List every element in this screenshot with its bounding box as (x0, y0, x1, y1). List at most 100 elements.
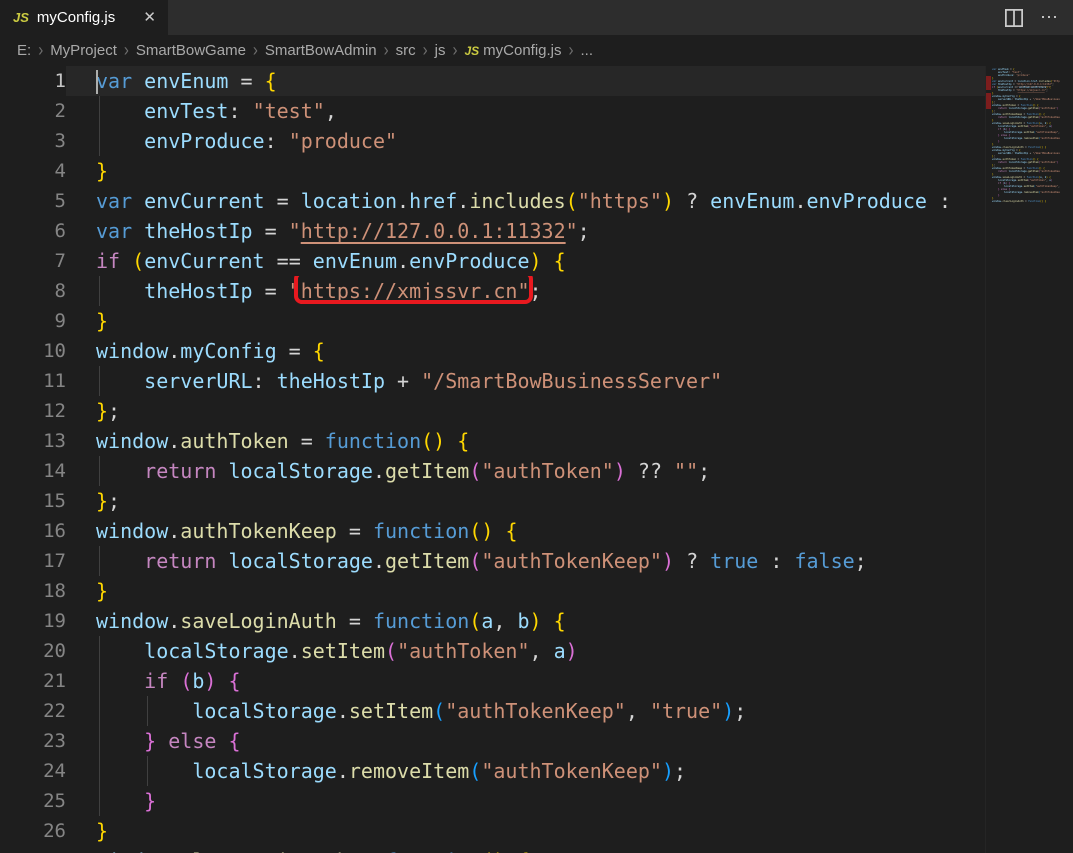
indent-guide (99, 726, 100, 756)
code-line-content[interactable]: window.authTokenKeep = function() { (66, 516, 985, 546)
line-number: 20 (0, 636, 66, 666)
line-number: 21 (0, 666, 66, 696)
code-line[interactable]: 27window.clearLoginAuth = function() { (0, 846, 985, 853)
code-line[interactable]: 2 envTest: "test", (0, 96, 985, 126)
breadcrumb-item[interactable]: js (435, 42, 446, 59)
code-line[interactable]: 10window.myConfig = { (0, 336, 985, 366)
line-number: 27 (0, 846, 66, 853)
code-line[interactable]: 25 } (0, 786, 985, 816)
code-editor: 1var envEnum = {2 envTest: "test",3 envP… (0, 66, 1073, 853)
code-line-content[interactable]: var envEnum = { (66, 66, 985, 96)
chevron-right-icon: › (253, 40, 258, 61)
minimap-decoration (986, 93, 991, 109)
code-line-content[interactable]: }; (66, 486, 985, 516)
line-number: 8 (0, 276, 66, 306)
code-line-content[interactable]: if (envCurrent == envEnum.envProduce) { (66, 246, 985, 276)
code-line[interactable]: 9} (0, 306, 985, 336)
javascript-file-icon: JS (464, 44, 479, 58)
minimap[interactable]: var envEnum = { envTest: "test", envProd… (985, 66, 1060, 853)
code-line-content[interactable]: window.authToken = function() { (66, 426, 985, 456)
code-line[interactable]: 1var envEnum = { (0, 66, 985, 96)
breadcrumb: E: › MyProject › SmartBowGame › SmartBowAdmin ›… (0, 35, 1073, 66)
code-line[interactable]: 19window.saveLoginAuth = function(a, b) … (0, 606, 985, 636)
more-actions-icon[interactable]: ⋯ (1040, 7, 1059, 28)
code-line-content[interactable]: localStorage.setItem("authToken", a) (66, 636, 985, 666)
vscode-editor-window: JS myConfig.js ✕ ⋯ E: › MyProject › SmartBow… (0, 0, 1073, 853)
code-line-content[interactable]: window.myConfig = { (66, 336, 985, 366)
indent-guide (99, 546, 100, 576)
code-line-content[interactable]: window.saveLoginAuth = function(a, b) { (66, 606, 985, 636)
code-line-content[interactable]: } else { (66, 726, 985, 756)
code-line-content[interactable]: }; (66, 396, 985, 426)
code-line[interactable]: 20 localStorage.setItem("authToken", a) (0, 636, 985, 666)
indent-guide (99, 756, 100, 786)
minimap-decoration (986, 76, 991, 90)
code-line[interactable]: 6var theHostIp = "http://127.0.0.1:11332… (0, 216, 985, 246)
code-line-content[interactable]: window.clearLoginAuth = function() { (66, 846, 985, 853)
indent-guide (147, 756, 148, 786)
code-pane[interactable]: 1var envEnum = {2 envTest: "test",3 envP… (0, 66, 985, 853)
annotation-box: https://xmjssvr.cn" (301, 279, 530, 303)
line-number: 11 (0, 366, 66, 396)
code-line[interactable]: 26} (0, 816, 985, 846)
chevron-right-icon: › (423, 40, 428, 61)
code-line-content[interactable]: } (66, 156, 985, 186)
code-line[interactable]: 3 envProduce: "produce" (0, 126, 985, 156)
overview-ruler[interactable] (1060, 66, 1073, 853)
indent-guide (99, 96, 100, 126)
breadcrumb-item[interactable]: JSmyConfig.js (464, 42, 561, 59)
breadcrumb-item[interactable]: SmartBowGame (136, 42, 246, 59)
chevron-right-icon: › (384, 40, 389, 61)
code-line[interactable]: 12}; (0, 396, 985, 426)
code-line-content[interactable]: envProduce: "produce" (66, 126, 985, 156)
code-line[interactable]: 14 return localStorage.getItem("authToke… (0, 456, 985, 486)
code-line[interactable]: 17 return localStorage.getItem("authToke… (0, 546, 985, 576)
code-line-content[interactable]: return localStorage.getItem("authToken")… (66, 456, 985, 486)
code-line-content[interactable]: var theHostIp = "http://127.0.0.1:11332"… (66, 216, 985, 246)
code-line[interactable]: 4} (0, 156, 985, 186)
split-editor-icon[interactable] (1004, 8, 1024, 28)
breadcrumb-item[interactable]: ... (581, 42, 594, 59)
code-line-content[interactable]: serverURL: theHostIp + "/SmartBowBusines… (66, 366, 985, 396)
code-line[interactable]: 13window.authToken = function() { (0, 426, 985, 456)
code-line[interactable]: 7if (envCurrent == envEnum.envProduce) { (0, 246, 985, 276)
code-line[interactable]: 15}; (0, 486, 985, 516)
code-line-content[interactable]: localStorage.removeItem("authTokenKeep")… (66, 756, 985, 786)
breadcrumb-item[interactable]: SmartBowAdmin (265, 42, 377, 59)
code-line[interactable]: 18} (0, 576, 985, 606)
code-line[interactable]: 24 localStorage.removeItem("authTokenKee… (0, 756, 985, 786)
indent-guide (99, 786, 100, 816)
code-line-content[interactable]: if (b) { (66, 666, 985, 696)
code-line-content[interactable]: var envCurrent = location.href.includes(… (66, 186, 985, 216)
text-cursor (96, 70, 98, 94)
code-line-content[interactable]: localStorage.setItem("authTokenKeep", "t… (66, 696, 985, 726)
code-line[interactable]: 21 if (b) { (0, 666, 985, 696)
line-number: 13 (0, 426, 66, 456)
code-line-content[interactable]: } (66, 306, 985, 336)
code-line-content[interactable]: theHostIp = "https://xmjssvr.cn"; (66, 276, 985, 306)
code-line-content[interactable]: } (66, 816, 985, 846)
code-line-content[interactable]: return localStorage.getItem("authTokenKe… (66, 546, 985, 576)
indent-guide (99, 366, 100, 396)
javascript-file-icon: JS (13, 10, 29, 25)
indent-guide (99, 456, 100, 486)
close-tab-icon[interactable]: ✕ (141, 8, 158, 27)
code-line[interactable]: 5var envCurrent = location.href.includes… (0, 186, 985, 216)
breadcrumb-item[interactable]: MyProject (50, 42, 117, 59)
code-line[interactable]: 23 } else { (0, 726, 985, 756)
line-number: 3 (0, 126, 66, 156)
code-line[interactable]: 11 serverURL: theHostIp + "/SmartBowBusi… (0, 366, 985, 396)
code-line-content[interactable]: } (66, 786, 985, 816)
code-line-content[interactable]: envTest: "test", (66, 96, 985, 126)
breadcrumb-item[interactable]: E: (17, 42, 31, 59)
editor-tab-bar: JS myConfig.js ✕ ⋯ (0, 0, 1073, 35)
chevron-right-icon: › (38, 40, 43, 61)
code-line[interactable]: 22 localStorage.setItem("authTokenKeep",… (0, 696, 985, 726)
line-number: 24 (0, 756, 66, 786)
indent-guide (99, 636, 100, 666)
tab-myconfig-js[interactable]: JS myConfig.js ✕ (0, 0, 168, 35)
code-line-content[interactable]: } (66, 576, 985, 606)
breadcrumb-item[interactable]: src (396, 42, 416, 59)
code-line[interactable]: 16window.authTokenKeep = function() { (0, 516, 985, 546)
code-line[interactable]: 8 theHostIp = "https://xmjssvr.cn"; (0, 276, 985, 306)
